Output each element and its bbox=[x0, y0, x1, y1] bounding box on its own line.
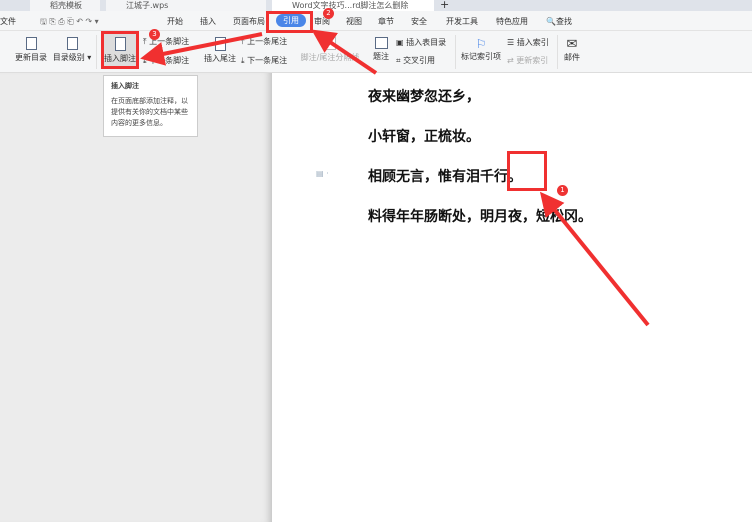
search-label: 查找 bbox=[555, 17, 572, 26]
insert-endnote-button[interactable]: 插入尾注 bbox=[202, 37, 238, 64]
doc-line[interactable]: 料得年年肠断处，明月夜，短松冈。 bbox=[368, 206, 592, 226]
caption-button[interactable]: 题注 bbox=[370, 37, 392, 62]
label: 上一条尾注 bbox=[247, 37, 288, 46]
highlight-cursor-position bbox=[507, 151, 547, 191]
label: 邮件 bbox=[564, 53, 580, 62]
update-index-button[interactable]: ⇄ 更新索引 bbox=[507, 55, 548, 66]
menu-home[interactable]: 开始 bbox=[167, 16, 183, 27]
paragraph-handle-icon[interactable]: ▤ · bbox=[316, 169, 329, 178]
label: 目录级别 bbox=[52, 53, 85, 62]
label: 脚注/尾注分隔线 bbox=[300, 53, 360, 62]
label: 下一条尾注 bbox=[247, 56, 288, 65]
menu-view[interactable]: 视图 bbox=[346, 16, 362, 27]
image-icon bbox=[374, 37, 388, 49]
prev-endnote-button[interactable]: ⤒ 上一条尾注 bbox=[241, 36, 287, 47]
tooltip-title: 插入脚注 bbox=[111, 82, 139, 90]
doc-line[interactable]: 小轩窗，正梳妆。 bbox=[368, 126, 480, 146]
tab-label: 江城子.wps bbox=[126, 1, 169, 10]
refresh-doc-icon bbox=[25, 37, 37, 50]
menu-file[interactable]: 文件 bbox=[0, 16, 16, 27]
label: 下一条脚注 bbox=[149, 56, 190, 65]
label: 题注 bbox=[373, 52, 389, 61]
endnote-icon bbox=[214, 37, 226, 51]
search-icon: 🔍 bbox=[546, 17, 556, 26]
new-tab-button[interactable]: + bbox=[440, 0, 449, 11]
insert-index-button[interactable]: ☰ 插入索引 bbox=[507, 37, 549, 48]
tooltip-body: 在页面底部添加注释，以提供有关你的文档中某些内容的更多信息。 bbox=[111, 97, 188, 127]
toc-level-button[interactable]: 目录级别 ▾ bbox=[52, 37, 92, 63]
mail-icon: ✉ bbox=[566, 37, 578, 52]
tab-label: Word文字技巧...rd脚注怎么删除 bbox=[292, 1, 409, 10]
tooltip: 插入脚注 在页面底部添加注释，以提供有关你的文档中某些内容的更多信息。 bbox=[103, 75, 198, 137]
update-toc-button[interactable]: 更新目录 bbox=[14, 37, 48, 63]
menu-bar: 文件 🖫 ⎘ ⎙ ⎗ ↶ ↷ ▾ 开始 插入 页面布局 引用 审阅 视图 章节 … bbox=[0, 11, 752, 31]
tab-label: 稻壳模板 bbox=[50, 1, 82, 10]
highlight-references-tab bbox=[266, 11, 313, 33]
label: 插入表目录 bbox=[406, 38, 447, 47]
search-button[interactable]: 🔍查找 bbox=[546, 16, 572, 27]
tab-doc-1[interactable]: 江城子.wps bbox=[106, 0, 266, 11]
label: 插入索引 bbox=[516, 38, 549, 47]
separator-icon bbox=[324, 37, 336, 50]
workspace-margin bbox=[0, 73, 272, 522]
mark-index-button[interactable]: ⚐ 标记索引项 bbox=[460, 37, 502, 62]
insert-table-toc-button[interactable]: ▣ 插入表目录 bbox=[396, 37, 446, 48]
tab-doc-2[interactable]: Word文字技巧...rd脚注怎么删除 bbox=[272, 0, 434, 11]
menu-section[interactable]: 章节 bbox=[378, 16, 394, 27]
menu-layout[interactable]: 页面布局 bbox=[233, 16, 265, 27]
separator-button[interactable]: 脚注/尾注分隔线 bbox=[300, 37, 360, 63]
doc-line[interactable]: 夜来幽梦忽还乡， bbox=[368, 86, 480, 106]
step-badge-3: 3 bbox=[149, 29, 160, 40]
label: 交叉引用 bbox=[403, 56, 436, 65]
next-footnote-button[interactable]: ⤓ 下一条脚注 bbox=[143, 55, 189, 66]
tab-templates[interactable]: 稻壳模板 bbox=[30, 0, 100, 11]
document-page[interactable] bbox=[272, 73, 752, 522]
step-badge-2: 2 bbox=[323, 8, 334, 19]
tab-bar: 稻壳模板 江城子.wps Word文字技巧...rd脚注怎么删除 + bbox=[0, 0, 752, 11]
menu-features[interactable]: 特色应用 bbox=[496, 16, 528, 27]
cross-ref-button[interactable]: ⌗ 交叉引用 bbox=[396, 55, 435, 66]
step-badge-1: 1 bbox=[557, 185, 568, 196]
menu-insert[interactable]: 插入 bbox=[200, 16, 216, 27]
next-endnote-button[interactable]: ⤓ 下一条尾注 bbox=[241, 55, 287, 66]
menu-security[interactable]: 安全 bbox=[411, 16, 427, 27]
label: 更新索引 bbox=[516, 56, 549, 65]
quick-access-icons[interactable]: 🖫 ⎘ ⎙ ⎗ ↶ ↷ ▾ bbox=[40, 16, 99, 30]
toc-level-icon bbox=[66, 37, 78, 50]
label: 更新目录 bbox=[15, 53, 47, 62]
mail-button[interactable]: ✉ 邮件 bbox=[562, 37, 582, 63]
label: 插入尾注 bbox=[204, 54, 236, 63]
menu-devtools[interactable]: 开发工具 bbox=[446, 16, 478, 27]
label: 标记索引项 bbox=[461, 52, 501, 61]
doc-line[interactable]: 相顾无言，惟有泪千行。 bbox=[368, 166, 522, 186]
highlight-insert-footnote bbox=[101, 31, 139, 69]
flag-icon: ⚐ bbox=[475, 37, 487, 51]
